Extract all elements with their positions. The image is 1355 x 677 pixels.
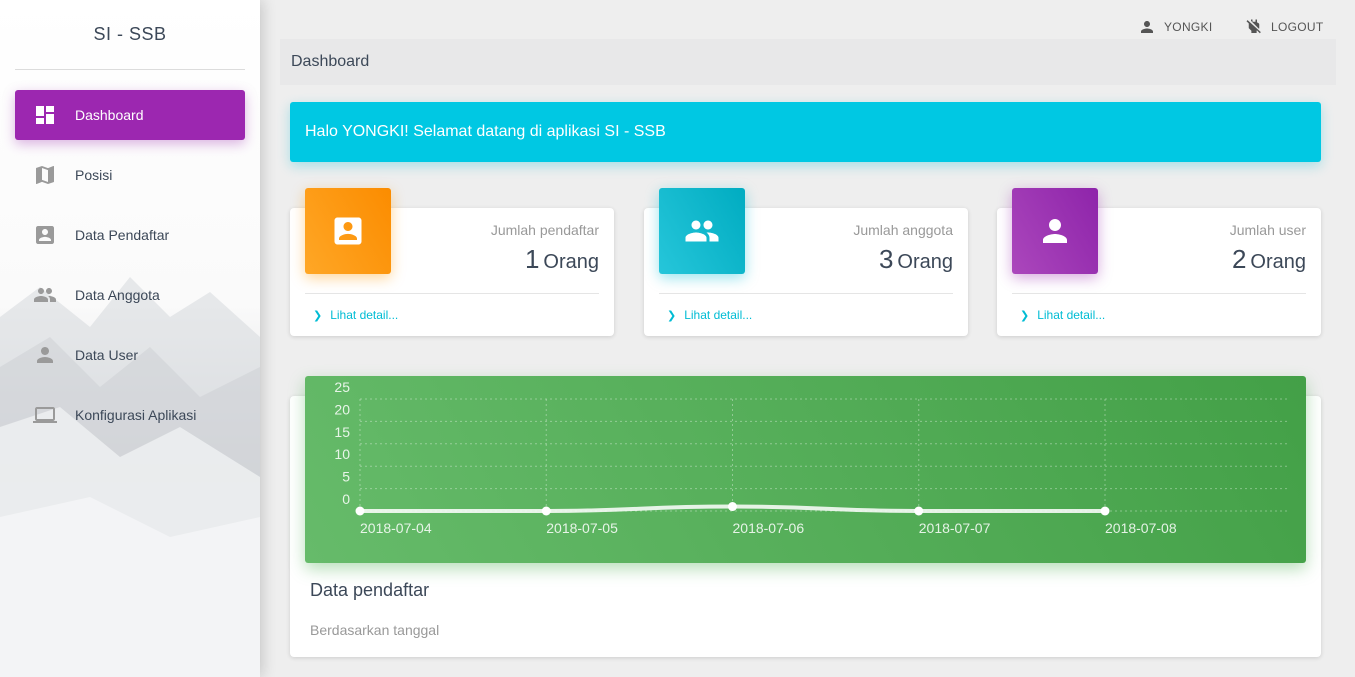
stat-detail-label: Lihat detail... xyxy=(330,308,399,322)
chevron-right-icon: ❯ xyxy=(1020,309,1030,322)
welcome-message: Halo YONGKI! Selamat datang di aplikasi … xyxy=(305,123,666,140)
sidebar-item-dashboard[interactable]: Dashboard xyxy=(15,90,245,140)
sidebar-item-konfigurasi-aplikasi[interactable]: Konfigurasi Aplikasi xyxy=(15,390,245,440)
stat-number: 2 xyxy=(1231,244,1247,274)
account-box-icon xyxy=(33,223,57,247)
stat-detail-link[interactable]: ❯ Lihat detail... xyxy=(1012,293,1306,322)
sidebar-nav: Dashboard Posisi Data Pendaftar Data Ang… xyxy=(15,90,245,450)
page-title: Dashboard xyxy=(291,53,370,70)
stat-card-user: Jumlah user 2 Orang ❯ Lihat detail... xyxy=(997,188,1321,336)
stat-value: 2 Orang xyxy=(1232,244,1306,275)
y-tick-label: 15 xyxy=(334,424,350,440)
sidebar-item-data-pendaftar[interactable]: Data Pendaftar xyxy=(15,210,245,260)
stat-value: 3 Orang xyxy=(879,244,953,275)
sidebar-item-label: Data Anggota xyxy=(75,287,160,303)
x-tick-label: 2018-07-04 xyxy=(360,520,432,536)
chevron-right-icon: ❯ xyxy=(667,309,677,322)
person-icon xyxy=(1043,219,1067,243)
data-point xyxy=(541,506,551,516)
data-point xyxy=(914,506,924,516)
y-tick-label: 20 xyxy=(334,401,350,417)
x-tick-label: 2018-07-06 xyxy=(733,520,805,536)
y-tick-label: 10 xyxy=(334,446,350,462)
stat-category: Jumlah user xyxy=(1229,222,1306,238)
data-point xyxy=(1100,506,1110,516)
user-name-label: YONGKI xyxy=(1164,20,1213,34)
people-icon xyxy=(685,220,719,242)
sidebar-item-data-user[interactable]: Data User xyxy=(15,330,245,380)
welcome-alert: Halo YONGKI! Selamat datang di aplikasi … xyxy=(290,102,1321,162)
sidebar-item-label: Data Pendaftar xyxy=(75,227,170,243)
stat-number: 3 xyxy=(878,244,894,274)
stat-number: 1 xyxy=(524,244,540,274)
stat-unit: Orang xyxy=(897,251,953,273)
line-chart: 0 5 10 15 20 25 2018-07-04 2018-07-05 2018-07-06… xyxy=(334,379,1290,536)
stat-detail-label: Lihat detail... xyxy=(684,308,753,322)
stat-category: Jumlah pendaftar xyxy=(490,222,599,238)
stat-icon-box xyxy=(659,188,745,274)
sidebar: SI - SSB Dashboard Posisi Data Pendaftar… xyxy=(0,0,260,677)
map-icon xyxy=(33,163,57,187)
x-tick-label: 2018-07-08 xyxy=(1105,520,1177,536)
page-title-bar: Dashboard xyxy=(280,39,1336,85)
top-navbar: YONGKI LOGOUT xyxy=(260,0,1355,40)
logout-label: LOGOUT xyxy=(1271,20,1324,34)
laptop-icon xyxy=(33,403,57,427)
account-box-icon xyxy=(334,217,362,245)
stat-card-anggota: Jumlah anggota 3 Orang ❯ Lihat detail... xyxy=(644,188,968,336)
brand-title[interactable]: SI - SSB xyxy=(15,0,245,70)
person-icon xyxy=(1141,21,1153,33)
y-tick-label: 0 xyxy=(342,491,350,507)
stat-card-pendaftar: Jumlah pendaftar 1 Orang ❯ Lihat detail..… xyxy=(290,188,614,336)
dashboard-icon xyxy=(33,103,57,127)
sidebar-item-label: Konfigurasi Aplikasi xyxy=(75,407,197,423)
sidebar-item-label: Dashboard xyxy=(75,107,144,123)
stat-category: Jumlah anggota xyxy=(853,222,953,238)
people-icon xyxy=(33,283,57,307)
chart-title: Data pendaftar xyxy=(310,580,430,600)
stat-detail-link[interactable]: ❯ Lihat detail... xyxy=(305,293,599,322)
person-icon xyxy=(33,343,57,367)
data-point xyxy=(355,506,365,516)
x-tick-label: 2018-07-07 xyxy=(919,520,991,536)
data-point xyxy=(728,502,737,512)
x-tick-label: 2018-07-05 xyxy=(546,520,618,536)
stat-unit: Orang xyxy=(543,251,599,273)
y-tick-label: 25 xyxy=(334,379,350,395)
sidebar-item-posisi[interactable]: Posisi xyxy=(15,150,245,200)
stat-icon-box xyxy=(1012,188,1098,274)
y-tick-label: 5 xyxy=(342,469,350,485)
user-menu-link[interactable]: YONGKI xyxy=(1138,18,1212,36)
power-off-icon xyxy=(1246,19,1261,34)
logout-link[interactable]: LOGOUT xyxy=(1245,18,1323,36)
sidebar-item-label: Data User xyxy=(75,347,139,363)
chart-subtitle: Berdasarkan tanggal xyxy=(310,622,440,638)
sidebar-item-data-anggota[interactable]: Data Anggota xyxy=(15,270,245,320)
stat-detail-label: Lihat detail... xyxy=(1037,308,1106,322)
chart-container: 0 5 10 15 20 25 2018-07-04 2018-07-05 2018-07-06… xyxy=(305,376,1306,563)
sidebar-item-label: Posisi xyxy=(75,167,113,183)
stat-value: 1 Orang xyxy=(525,244,599,275)
stat-detail-link[interactable]: ❯ Lihat detail... xyxy=(659,293,953,322)
stat-icon-box xyxy=(305,188,391,274)
stat-unit: Orang xyxy=(1250,251,1306,273)
chevron-right-icon: ❯ xyxy=(313,309,323,322)
